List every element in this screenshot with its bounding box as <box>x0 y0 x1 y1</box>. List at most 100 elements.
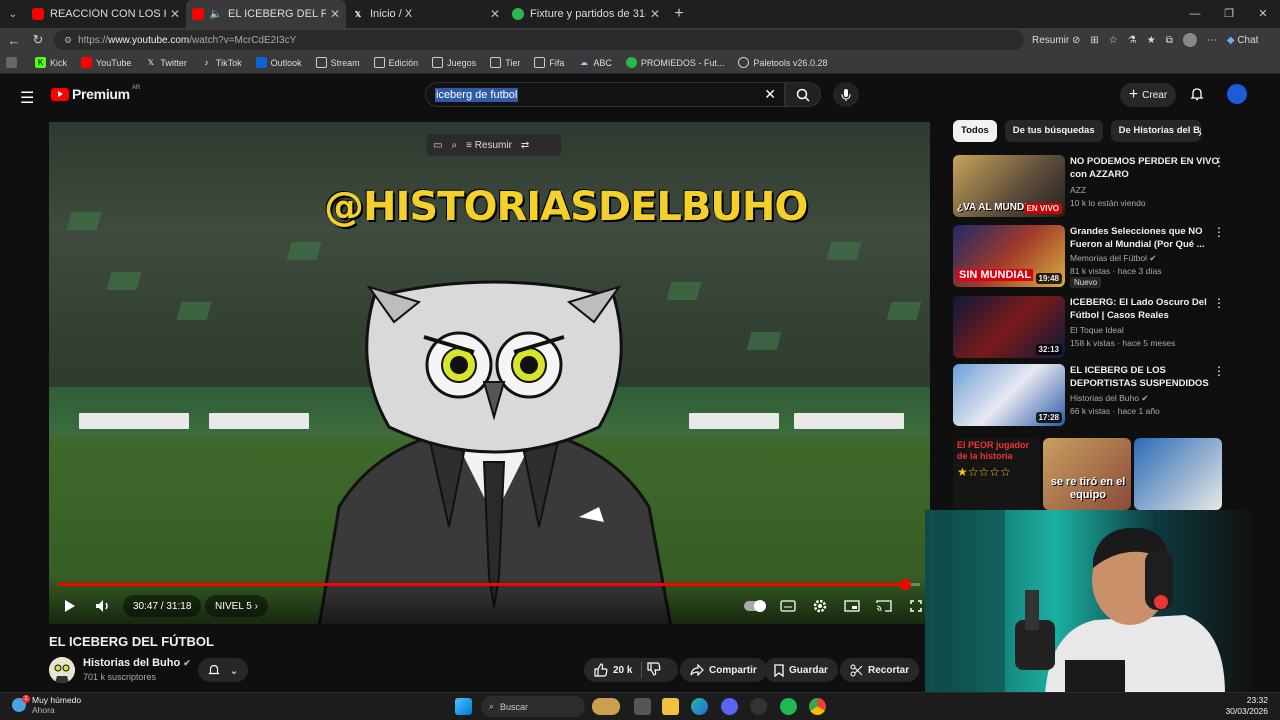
collections-icon[interactable]: ⧉ <box>1166 35 1173 46</box>
browser-tab-1[interactable]: REACCIÓN CON LOS HINCHAS / R ✕ <box>26 0 186 28</box>
video-player[interactable]: ▭ ⌕ ≡ Resumir ⇄ @HISTORIASDELBUHO 30:47 … <box>49 122 930 624</box>
chip-from-searches[interactable]: De tus búsquedas <box>1004 120 1103 142</box>
favorite-star-icon[interactable]: ☆ <box>1109 35 1118 46</box>
subscription-bell-button[interactable]: ⌄ <box>198 658 248 682</box>
bookmark-kick[interactable]: K Kick <box>35 57 67 68</box>
browser-tab-3[interactable]: 𝕏 Inicio / X ✕ <box>346 0 506 28</box>
copilot-chat-button[interactable]: ◆ Chat <box>1227 35 1259 46</box>
browser-tab-2[interactable]: 🔈 EL ICEBERG DEL FÚTBOL - Yo ✕ <box>186 0 346 28</box>
channel-avatar[interactable] <box>49 657 75 683</box>
bookmark-promiedos[interactable]: PROMIEDOS - Fut... <box>625 57 724 68</box>
fullscreen-button[interactable] <box>905 595 927 617</box>
video-title[interactable]: ICEBERG: El Lado Oscuro Del Fútbol | Cas… <box>1070 296 1222 322</box>
autoplay-toggle[interactable] <box>743 595 767 617</box>
video-channel[interactable]: Historias del Buho ✔ <box>1070 392 1148 404</box>
search-button[interactable] <box>785 82 821 107</box>
browser-tab-4[interactable]: Fixture y partidos de 31-03-2026 ✕ <box>506 0 666 28</box>
chip-from-channel[interactable]: De Historias del Bu <box>1110 120 1201 142</box>
video-title[interactable]: NO PODEMOS PERDER EN VIVO con AZZARO <box>1070 155 1222 181</box>
video-title[interactable]: EL ICEBERG DE LOS DEPORTISTAS SUSPENDIDO… <box>1070 364 1222 390</box>
more-options-icon[interactable]: ⋮ <box>1213 225 1225 239</box>
progress-bar[interactable] <box>58 579 920 590</box>
back-icon[interactable]: ← <box>2 33 26 48</box>
recommended-video[interactable]: 17:28 EL ICEBERG DE LOS DEPORTISTAS SUSP… <box>953 364 1233 428</box>
obs-icon[interactable] <box>750 698 767 715</box>
bookmark-juegos[interactable]: Juegos <box>432 57 476 68</box>
dislike-button[interactable] <box>647 661 661 679</box>
close-tab-icon[interactable]: ✕ <box>330 7 340 21</box>
video-channel[interactable]: El Toque Ideal <box>1070 324 1124 336</box>
recommended-video[interactable]: SIN MUNDIAL 19:48 Grandes Selecciones qu… <box>953 225 1233 289</box>
video-thumbnail[interactable]: 32:13 <box>953 296 1065 358</box>
play-button[interactable] <box>59 595 81 617</box>
more-icon[interactable]: ⋯ <box>1207 35 1217 46</box>
bookmark-abc[interactable]: ☁ ABC <box>578 57 612 68</box>
tab-list-button[interactable]: ⌄ <box>0 0 26 28</box>
short-thumbnail[interactable]: se re tiró en el equipo <box>1043 438 1131 510</box>
miniplayer-button[interactable] <box>841 595 863 617</box>
voice-search-button[interactable] <box>833 82 859 107</box>
clear-search-icon[interactable]: ✕ <box>764 86 776 103</box>
spotify-icon[interactable] <box>780 698 797 715</box>
search-input[interactable]: iceberg de futbol ✕ <box>425 82 785 107</box>
more-options-icon[interactable]: ⋮ <box>1213 296 1225 310</box>
short-thumbnail[interactable]: El PEOR jugador de la historia ★☆☆☆☆ <box>953 438 1040 510</box>
bookmark-stream[interactable]: Stream <box>315 57 360 68</box>
more-options-icon[interactable]: ⋮ <box>1213 155 1225 169</box>
short-thumbnail[interactable] <box>1134 438 1222 510</box>
windows-start-icon[interactable] <box>455 698 472 715</box>
video-thumbnail[interactable]: SIN MUNDIAL 19:48 <box>953 225 1065 287</box>
favorites-icon[interactable]: ★ <box>1147 35 1156 46</box>
chrome-icon[interactable] <box>809 698 826 715</box>
taskbar-search[interactable]: ⌕ Buscar <box>481 696 585 717</box>
more-options-icon[interactable]: ⋮ <box>1213 364 1225 378</box>
bookmark-paletools[interactable]: Paletools v26.0.28 <box>738 57 827 68</box>
volume-button[interactable] <box>91 595 115 617</box>
widgets-icon[interactable] <box>592 698 620 715</box>
channel-name[interactable]: Historias del Buho ✔ <box>83 657 191 669</box>
discord-icon[interactable] <box>721 698 738 715</box>
file-explorer-icon[interactable] <box>662 698 679 715</box>
like-button[interactable]: 20 k <box>594 663 632 677</box>
bookmarks-menu-icon[interactable] <box>6 57 21 68</box>
restore-icon[interactable]: ❐ <box>1212 0 1246 28</box>
picture-in-picture-icon[interactable]: ▭ <box>433 140 442 151</box>
url-field[interactable]: ⚙ https://www.youtube.com/watch?v=McrCdE… <box>54 30 1024 50</box>
extensions-icon[interactable]: ⚗ <box>1128 35 1137 46</box>
video-channel[interactable]: Memorias del Fútbol ✔ <box>1070 252 1157 264</box>
save-button[interactable]: Guardar <box>764 658 838 682</box>
video-thumbnail[interactable]: 17:28 <box>953 364 1065 426</box>
apps-icon[interactable]: ⊞ <box>1090 35 1098 46</box>
summarize-button[interactable]: ≡ Resumir <box>466 140 512 151</box>
bookmark-outlook[interactable]: Outlook <box>255 57 302 68</box>
chip-todos[interactable]: Todos <box>953 120 997 142</box>
resumir-button[interactable]: Resumir ⊘ <box>1032 35 1080 46</box>
recommended-video[interactable]: 32:13 ICEBERG: El Lado Oscuro Del Fútbol… <box>953 296 1233 360</box>
chapter-button[interactable]: NIVEL 5 › <box>205 595 268 617</box>
video-thumbnail[interactable]: ¿VA AL MUNDIAL? EN VIVO <box>953 155 1065 217</box>
task-view-icon[interactable] <box>634 698 651 715</box>
bookmark-youtube[interactable]: YouTube <box>81 57 131 68</box>
bookmark-tier[interactable]: Tier <box>490 57 520 68</box>
video-title[interactable]: Grandes Selecciones que NO Fueron al Mun… <box>1070 225 1222 251</box>
minimize-icon[interactable]: — <box>1178 0 1212 28</box>
edge-icon[interactable] <box>691 698 708 715</box>
profile-avatar[interactable] <box>1182 33 1197 47</box>
notifications-button[interactable] <box>1189 86 1205 107</box>
settings-button[interactable] <box>809 595 831 617</box>
subtitles-button[interactable] <box>777 595 799 617</box>
video-channel[interactable]: AZZ <box>1070 184 1086 196</box>
visual-search-icon[interactable]: ⌕ <box>451 140 457 151</box>
bookmark-twitter[interactable]: 𝕏 Twitter <box>145 57 187 68</box>
account-avatar[interactable] <box>1227 84 1247 104</box>
bookmark-edicion[interactable]: Edición <box>373 57 418 68</box>
create-button[interactable]: + Crear <box>1120 83 1176 107</box>
chevron-right-icon[interactable]: › <box>1198 126 1202 140</box>
clip-button[interactable]: Recortar <box>840 658 920 682</box>
close-tab-icon[interactable]: ✕ <box>650 7 660 21</box>
reload-icon[interactable]: ↻ <box>26 32 50 48</box>
cast-button[interactable] <box>873 595 895 617</box>
system-clock[interactable]: 23:32 30/03/2026 <box>1225 695 1268 717</box>
close-window-icon[interactable]: ✕ <box>1246 0 1280 28</box>
speaker-icon[interactable]: 🔈 <box>210 8 222 20</box>
